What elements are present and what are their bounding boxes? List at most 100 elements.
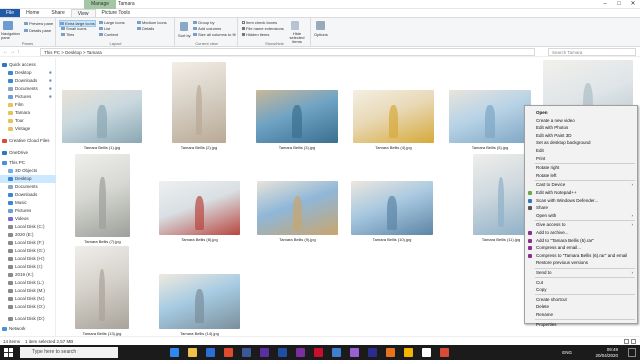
task-view-icon[interactable] (170, 348, 179, 357)
nav-item[interactable]: Film (0, 101, 56, 109)
minimize-icon[interactable]: – (598, 0, 612, 9)
file-thumbnail[interactable]: Tamara Bellis (1).jpg (62, 90, 142, 151)
taskbar-search-input[interactable]: Type here to search (20, 347, 118, 358)
layout-medium-icons[interactable]: Medium icons (137, 20, 167, 25)
file-thumbnail[interactable]: Tamara Bellis (5).jpg (449, 90, 531, 151)
nav-item[interactable]: Network (0, 325, 56, 333)
item-check-boxes-toggle[interactable]: Item check boxes (242, 20, 277, 25)
notification-icon[interactable] (628, 348, 636, 357)
context-menu-item[interactable]: Open with › (525, 212, 637, 220)
file-thumbnail[interactable]: Tamara Bellis (2).jpg (172, 62, 226, 151)
manage-tab[interactable]: Manage (84, 0, 116, 9)
file-explorer-icon[interactable] (188, 348, 197, 357)
nav-item[interactable]: Desktop ✱ (0, 69, 56, 77)
details-pane-button[interactable]: Details pane (24, 28, 51, 33)
size-columns-button[interactable]: Size all columns to fit (193, 32, 236, 37)
layout-content[interactable]: Content (99, 32, 118, 37)
layout-details[interactable]: Details (137, 26, 154, 31)
tab-home[interactable]: Home (20, 9, 45, 17)
app-icon-orange[interactable] (440, 348, 449, 357)
details-view-icon[interactable] (624, 339, 629, 344)
nav-item[interactable]: Creative Cloud Files (0, 137, 56, 145)
nav-item[interactable]: Local Disk (O:) (0, 303, 56, 311)
group-by-button[interactable]: Group by (193, 20, 214, 25)
windows-start-icon[interactable] (4, 348, 13, 357)
layout-small-icons[interactable]: Small icons (61, 26, 86, 31)
nav-item[interactable]: Local Disk (C:) (0, 223, 56, 231)
nav-item[interactable]: Quick access (0, 61, 56, 69)
large-icons-view-icon[interactable] (631, 339, 636, 344)
app-icon-purple[interactable] (350, 348, 359, 357)
context-menu-item[interactable]: Copy (525, 286, 637, 294)
search-input[interactable]: Search Tamara (548, 48, 636, 56)
app-icon-crimson[interactable] (314, 348, 323, 357)
file-thumbnail[interactable]: Tamara Bellis (14).jpg (159, 274, 240, 337)
tab-picture-tools[interactable]: Picture Tools (96, 9, 137, 17)
tab-share[interactable]: Share (45, 9, 70, 17)
sort-by-button[interactable]: Sort by (178, 33, 191, 38)
edge-icon[interactable] (206, 348, 215, 357)
context-menu-item[interactable]: Properties (525, 321, 637, 329)
nav-item[interactable]: Pictures ✱ (0, 93, 56, 101)
up-arrow-icon[interactable]: ↑ (17, 49, 22, 55)
context-menu-item[interactable]: Rename (525, 311, 637, 319)
file-thumbnail[interactable]: Tamara Bellis (9).jpg (257, 181, 338, 243)
nav-item[interactable]: OneDrive (0, 149, 56, 157)
file-thumbnail[interactable]: Tamara Bellis (13).jpg (75, 246, 129, 337)
layout-large-icons[interactable]: Large icons (99, 20, 125, 25)
hidden-items-toggle[interactable]: Hidden items (242, 32, 269, 37)
nav-item[interactable]: This PC (0, 159, 56, 167)
nav-item[interactable]: Local Disk (M:) (0, 287, 56, 295)
forward-arrow-icon[interactable]: → (10, 49, 17, 55)
context-menu-item[interactable]: Send to › (525, 269, 637, 277)
nav-item[interactable]: Local Disk (I:) (0, 263, 56, 271)
premiere-icon[interactable] (260, 348, 269, 357)
add-columns-button[interactable]: Add columns (193, 26, 221, 31)
nav-item[interactable]: 2020 (E:) (0, 231, 56, 239)
nav-item[interactable]: Desktop (0, 175, 56, 183)
nav-item[interactable]: Local Disk (D:) (0, 315, 56, 323)
app-icon-white[interactable] (422, 348, 431, 357)
nav-item[interactable]: Downloads (0, 191, 56, 199)
nav-item[interactable]: Local Disk (N:) (0, 295, 56, 303)
options-button[interactable]: Options (314, 32, 328, 37)
after-effects-icon[interactable] (296, 348, 305, 357)
nav-item[interactable]: Local Disk (F:) (0, 239, 56, 247)
file-thumbnail[interactable]: Tamara Bellis (3).jpg (256, 90, 338, 151)
context-menu-item[interactable]: Print (525, 155, 637, 163)
context-menu-item[interactable]: Restore previous versions (525, 259, 637, 267)
maximize-icon[interactable]: □ (612, 0, 626, 9)
nav-item[interactable]: Vintage (0, 125, 56, 133)
nav-item[interactable]: Tour (0, 117, 56, 125)
navigation-pane-button[interactable]: Navigation pane (1, 32, 23, 40)
nav-item[interactable]: Local Disk (G:) (0, 247, 56, 255)
app-icon-blue[interactable] (242, 348, 251, 357)
nav-item[interactable]: Tamara (0, 109, 56, 117)
breadcrumb[interactable]: This PC > Desktop > Tamara (40, 48, 535, 56)
chrome-icon[interactable] (404, 348, 413, 357)
app-icon-red[interactable] (224, 348, 233, 357)
language-indicator[interactable]: ENG (562, 350, 572, 355)
nav-item[interactable]: Music (0, 199, 56, 207)
firefox-icon[interactable] (386, 348, 395, 357)
app-icon-navy[interactable] (368, 348, 377, 357)
photoshop-icon[interactable] (278, 348, 287, 357)
file-thumbnail[interactable]: Tamara Bellis (11).jpg (473, 154, 529, 243)
file-thumbnail[interactable]: Tamara Bellis (10).jpg (351, 181, 433, 243)
file-thumbnail[interactable]: Tamara Bellis (8).jpg (159, 181, 240, 243)
nav-item[interactable]: Local Disk (L:) (0, 279, 56, 287)
nav-item[interactable]: Documents ✱ (0, 85, 56, 93)
preview-pane-button[interactable]: Preview pane (24, 21, 53, 26)
file-thumbnail[interactable]: Tamara Bellis (4).jpg (353, 90, 434, 151)
app-icon-lightblue[interactable] (332, 348, 341, 357)
system-tray[interactable]: 09:49 20/04/2020 (595, 347, 618, 358)
nav-item[interactable]: 3D Objects (0, 167, 56, 175)
nav-item[interactable]: Local Disk (H:) (0, 255, 56, 263)
file-extensions-toggle[interactable]: File name extensions (242, 26, 284, 31)
nav-item[interactable]: Videos (0, 215, 56, 223)
close-icon[interactable]: ✕ (626, 0, 640, 9)
tab-view[interactable]: View (70, 9, 96, 17)
back-arrow-icon[interactable]: ← (3, 49, 10, 55)
context-menu-item[interactable]: Rotate left (525, 172, 637, 180)
layout-list[interactable]: List (99, 26, 110, 31)
